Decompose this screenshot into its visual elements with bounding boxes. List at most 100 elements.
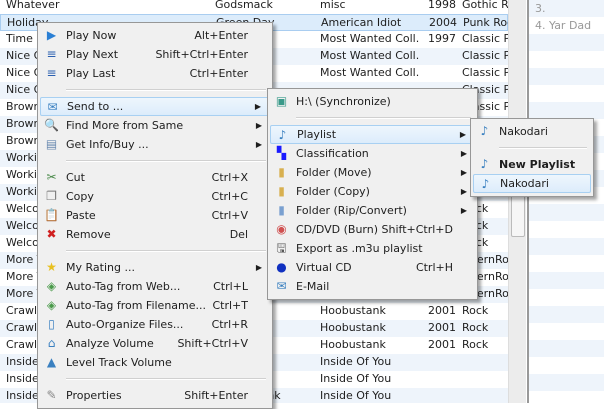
menu-item-label: Play Last [66,67,116,80]
now-playing-row[interactable] [529,272,604,289]
menu-item-shortcut: Shift+Ctrl+D [381,223,453,236]
menu-item-auto-tag-from-web[interactable]: ◈ Auto-Tag from Web... Ctrl+L [40,277,270,296]
menu-item-playlist[interactable]: ♪ Playlist ▶ [270,125,475,144]
menu-item-label: Find More from Same [66,119,184,132]
menu-item-export-as-m3u-playlist[interactable]: 🖫 Export as .m3u playlist [270,239,475,258]
menu-item-label: H:\ (Synchronize) [296,95,391,108]
playlist-icon: ♪ [481,177,490,191]
menu-item-folder-move[interactable]: ▮ Folder (Move) ▶ [270,163,475,182]
menu-item-cut[interactable]: ✂ Cut Ctrl+X [40,168,270,187]
menu-item-label: Auto-Tag from Filename... [66,299,207,312]
menu-separator [66,250,266,252]
menu-item-label: Nakodari [500,177,549,190]
menu-item-label: Folder (Copy) [296,185,370,198]
menu-item-h-synchronize[interactable]: ▣ H:\ (Synchronize) [270,92,475,111]
now-playing-row[interactable] [529,255,604,272]
menu-separator [499,147,587,149]
menu-item-shortcut: Ctrl+Enter [189,67,248,80]
menu-item-send-to[interactable]: ✉ Send to ... ▶ [40,97,270,116]
menu-item-e-mail[interactable]: ✉ E-Mail [270,277,475,296]
menu-item-shortcut: Ctrl+L [213,280,248,293]
menu-item-classification[interactable]: ▚ Classification ▶ [270,144,475,163]
now-playing-row[interactable] [529,102,604,119]
menu-item-label: New Playlist [499,158,576,171]
menu-separator [66,378,266,380]
submenu-arrow-icon: ▶ [255,121,262,130]
now-playing-row[interactable] [529,374,604,391]
menu-item-label: My Rating ... [66,261,135,274]
now-playing-row[interactable]: 4. Yar Dad [529,17,604,34]
now-playing-row[interactable] [529,306,604,323]
cell-album: Inside Of You [320,372,392,385]
menu-item-label: Virtual CD [296,261,352,274]
menu-item-new-playlist[interactable]: ♪ New Playlist [473,155,591,174]
now-playing-row[interactable] [529,34,604,51]
menu-item-play-next[interactable]: ≡ Play Next Shift+Ctrl+Enter [40,45,270,64]
menu-item-play-last[interactable]: ≡ Play Last Ctrl+Enter [40,64,270,83]
menu-item-shortcut: Shift+Ctrl+V [177,337,248,350]
menu-item-get-info-buy[interactable]: ▤ Get Info/Buy ... ▶ [40,135,270,154]
now-playing-row[interactable] [529,85,604,102]
find-icon: 🔍 [44,118,59,132]
now-playing-row[interactable] [529,51,604,68]
playlist-icon: ♪ [278,128,287,142]
now-playing-row[interactable] [529,391,604,408]
now-playing-row[interactable] [529,357,604,374]
now-playing-row[interactable]: 3. [529,0,604,17]
play-last-icon: ≡ [46,66,57,80]
now-playing-row[interactable] [529,323,604,340]
menu-item-properties[interactable]: ✎ Properties Shift+Enter [40,386,270,405]
cell-album: Hoobustank [320,304,386,317]
now-playing-row[interactable] [529,238,604,255]
menu-item-folder-rip-convert[interactable]: ▮ Folder (Rip/Convert) ▶ [270,201,475,220]
paste-icon: 📋 [44,208,59,222]
info-icon: ▤ [45,137,58,151]
menu-item-label: Playlist [297,128,337,141]
menu-item-analyze-volume[interactable]: ⌂ Analyze Volume Shift+Ctrl+V [40,334,270,353]
menu-item-label: Remove [66,228,111,241]
cell-album: Inside Of You [320,355,392,368]
menu-item-copy[interactable]: ❐ Copy Ctrl+C [40,187,270,206]
context-menu: ▶ Play Now Alt+Enter ≡ Play Next Shift+Ctrl+E… [37,22,273,409]
menu-item-nakodari[interactable]: ♪ Nakodari [473,174,591,193]
menu-item-remove[interactable]: ✖ Remove Del [40,225,270,244]
menu-item-play-now[interactable]: ▶ Play Now Alt+Enter [40,26,270,45]
menu-item-folder-copy[interactable]: ▮ Folder (Copy) ▶ [270,182,475,201]
menu-item-label: Nakodari [499,125,548,138]
device-icon: ▣ [275,94,288,108]
menu-item-auto-tag-from-filename[interactable]: ◈ Auto-Tag from Filename... Ctrl+T [40,296,270,315]
menu-item-label: CD/DVD (Burn) [296,223,379,236]
now-playing-row[interactable] [529,340,604,357]
now-playing-row[interactable] [529,289,604,306]
menu-item-paste[interactable]: 📋 Paste Ctrl+V [40,206,270,225]
menu-item-label: Folder (Rip/Convert) [296,204,407,217]
menu-item-find-more-from-same[interactable]: 🔍 Find More from Same ▶ [40,116,270,135]
now-playing-row[interactable] [529,204,604,221]
star-icon: ★ [46,260,57,274]
menu-item-level-track-volume[interactable]: ▲ Level Track Volume [40,353,270,372]
menu-item-shortcut: Ctrl+R [211,318,248,331]
export-icon: 🖫 [276,241,287,255]
now-playing-row[interactable] [529,68,604,85]
menu-item-label: Send to ... [67,100,124,113]
menu-item-label: Properties [66,389,122,402]
menu-item-auto-organize-files[interactable]: ▯ Auto-Organize Files... Ctrl+R [40,315,270,334]
now-playing-row[interactable] [529,221,604,238]
menu-item-label: E-Mail [296,280,330,293]
send-to-submenu: ▣ H:\ (Synchronize) ♪ Playlist ▶ ▚ Classificat… [267,88,478,300]
cell-album: Most Wanted Coll... [320,49,420,62]
table-row[interactable]: Whatever Godsmack misc 1998 Gothic Rock [0,0,508,14]
cell-genre: Rock [462,338,489,351]
menu-item-cd-dvd-burn[interactable]: ◉ CD/DVD (Burn) Shift+Ctrl+D [270,220,475,239]
vertical-scrollbar[interactable] [508,0,526,403]
folder-copy-icon: ▮ [278,184,285,198]
menu-item-virtual-cd[interactable]: ● Virtual CD Ctrl+H [270,258,475,277]
analyze-volume-icon: ⌂ [47,336,56,350]
menu-item-shortcut: Ctrl+V [211,209,248,222]
menu-item-nakodari[interactable]: ♪ Nakodari [473,122,591,141]
submenu-arrow-icon: ▶ [460,187,467,196]
menu-item-label: Classification [296,147,369,160]
menu-item-label: Paste [66,209,96,222]
burn-icon: ◉ [276,222,287,236]
menu-item-my-rating[interactable]: ★ My Rating ... ▶ [40,258,270,277]
